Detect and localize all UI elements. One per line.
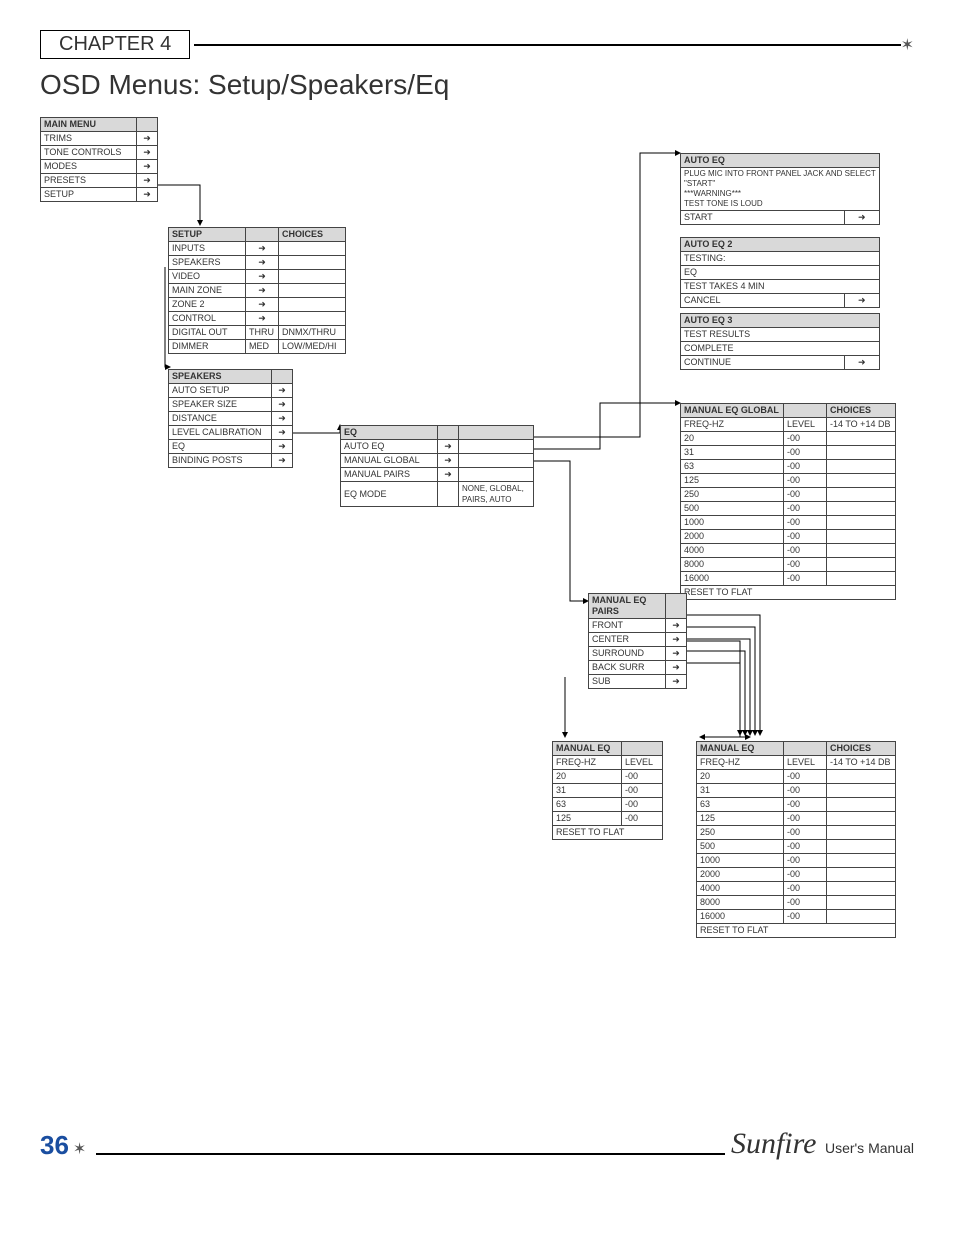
manual-eq-full-table: MANUAL EQCHOICES FREQ-HZLEVEL-14 TO +14 … [696, 741, 896, 938]
manual-eq-pairs-table: MANUAL EQ PAIRS FRONT➜ CENTER➜ SURROUND➜… [588, 593, 687, 689]
main-menu-table: MAIN MENU TRIMS➜ TONE CONTROLS➜ MODES➜ P… [40, 117, 158, 202]
manual-label: User's Manual [825, 1140, 914, 1156]
chapter-label: CHAPTER 4 [40, 30, 190, 59]
diagram-canvas: MAIN MENU TRIMS➜ TONE CONTROLS➜ MODES➜ P… [40, 117, 920, 1097]
auto-eq3-table: AUTO EQ 3 TEST RESULTS COMPLETE CONTINUE… [680, 313, 880, 370]
auto-eq2-table: AUTO EQ 2 TESTING: EQ TEST TAKES 4 MIN C… [680, 237, 880, 308]
speakers-table: SPEAKERS AUTO SETUP➜ SPEAKER SIZE➜ DISTA… [168, 369, 293, 468]
manual-eq-global-table: MANUAL EQ GLOBALCHOICES FREQ-HZLEVEL-14 … [680, 403, 896, 600]
footer-star-icon: ✶ [73, 1139, 86, 1159]
manual-eq-small-table: MANUAL EQ FREQ-HZLEVEL 20-00 31-00 63-00… [552, 741, 663, 840]
chapter-bar: CHAPTER 4 ✶ [40, 30, 914, 59]
page-footer: 36 ✶ Sunfire User's Manual [40, 1127, 914, 1161]
eq-table: EQ AUTO EQ➜ MANUAL GLOBAL➜ MANUAL PAIRS➜… [340, 425, 534, 507]
page-number: 36 [40, 1130, 69, 1161]
corner-star-icon: ✶ [901, 35, 914, 55]
page-title: OSD Menus: Setup/Speakers/Eq [40, 69, 914, 101]
auto-eq-table: AUTO EQ PLUG MIC INTO FRONT PANEL JACK A… [680, 153, 880, 225]
setup-table: SETUPCHOICES INPUTS➜ SPEAKERS➜ VIDEO➜ MA… [168, 227, 346, 354]
brand-logo: Sunfire [731, 1127, 817, 1160]
